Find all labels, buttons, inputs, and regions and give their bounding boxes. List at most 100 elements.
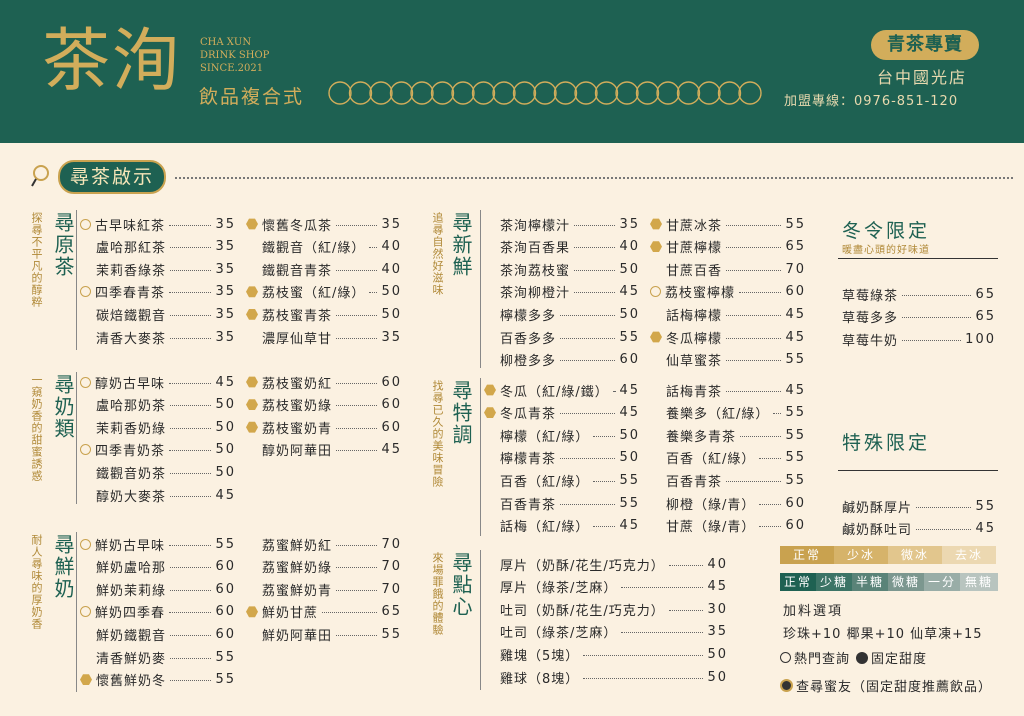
dot-leader	[336, 544, 378, 546]
menu-item: 碳焙鐵觀音 35	[80, 304, 236, 324]
menu-item: 醇奶古早味 45	[80, 372, 236, 392]
popular-search-icon	[80, 376, 91, 388]
english-line: CHA XUN	[200, 37, 252, 48]
item-name: 茶洵百香果	[500, 241, 571, 257]
menu-item: 雞塊（5塊） 50	[484, 644, 728, 664]
menu-item: 養樂多青茶 55	[650, 425, 806, 445]
dot-leader	[169, 382, 212, 384]
item-price: 55	[619, 472, 640, 488]
item-price: 30	[707, 601, 728, 617]
menu-item: 荔蜜鮮奶青 70	[246, 579, 402, 599]
menu-item: 荔枝蜜（紅/綠） 50	[246, 282, 402, 302]
dot-leader	[369, 247, 378, 249]
dot-leader	[560, 337, 616, 339]
item-name: 濃厚仙草甘	[262, 331, 333, 347]
item-price: 60	[785, 284, 806, 300]
item-price: 50	[707, 669, 728, 685]
item-name: 荔蜜鮮奶紅	[262, 538, 333, 554]
sugar-level: 半糖	[852, 573, 888, 591]
dot-leader	[902, 294, 972, 296]
legend-row: 熱門查詢 固定甜度	[780, 648, 927, 667]
addon-title: 加料選項	[783, 604, 844, 619]
item-price: 70	[381, 559, 402, 575]
header-banner: 茶洵 CHA XUN DRINK SHOP SINCE.2021 飲品複合式 青…	[0, 0, 1024, 143]
item-name: 鮮奶甘蔗	[262, 606, 319, 622]
dot-leader	[612, 390, 616, 392]
dot-leader	[170, 634, 212, 636]
search-icon	[780, 652, 791, 663]
dot-leader	[170, 589, 212, 591]
item-price: 35	[707, 624, 728, 640]
pattern-ring	[430, 81, 455, 105]
menu-item: 話梅青茶 45	[650, 380, 806, 400]
category-subtitle: 追尋自然好滋味	[431, 212, 444, 296]
pattern-ring	[451, 81, 475, 105]
sugar-level: 無糖	[960, 573, 998, 591]
menu-item: 養樂多（紅/綠） 55	[650, 403, 806, 423]
dot-leader	[726, 390, 782, 392]
item-price: 55	[785, 472, 806, 488]
pattern-ring	[574, 81, 598, 105]
item-price: 35	[215, 239, 236, 255]
item-name: 茉莉香奶綠	[96, 421, 167, 437]
dot-leader	[560, 413, 616, 415]
legend-fixed: 固定甜度	[871, 652, 928, 667]
dot-leader	[170, 427, 212, 429]
pattern-ring	[533, 81, 557, 105]
menu-item: 荔枝蜜奶紅 60	[246, 372, 402, 392]
item-price: 50	[381, 306, 402, 322]
item-price: 45	[619, 518, 640, 534]
fixed-sweetness-icon	[484, 384, 496, 396]
menu-item: 懷舊冬瓜茶 35	[246, 214, 402, 234]
item-price: 35	[381, 329, 402, 345]
fixed-sweetness-icon	[246, 308, 258, 320]
dot-leader	[336, 634, 378, 636]
category-divider	[480, 378, 481, 536]
dot-leader	[740, 435, 782, 437]
item-name: 檸檬多多	[500, 308, 557, 324]
item-name: 話梅青茶	[666, 384, 723, 400]
item-name: 荔枝蜜檸檬	[665, 286, 736, 302]
item-name: 清香大麥茶	[96, 331, 167, 347]
item-name: 鮮奶四季春	[95, 606, 166, 622]
menu-item: 懷舊鮮奶冬 55	[80, 670, 236, 690]
sugar-level: 微糖	[888, 573, 924, 591]
item-name: 懷舊鮮奶冬	[96, 674, 167, 690]
category-subtitle: 耐人尋味的厚奶香	[30, 534, 43, 630]
menu-item: 冬瓜檸檬 45	[650, 327, 806, 347]
item-name: 醇奶古早味	[95, 376, 166, 392]
menu-item: 四季春青茶 35	[80, 282, 236, 302]
menu-item: 盧哈那奶茶 50	[80, 395, 236, 415]
franchise-phone: 加盟專線：0976-851-120	[784, 94, 959, 109]
item-name: 鹹奶酥厚片	[842, 500, 913, 516]
item-price: 35	[215, 306, 236, 322]
fixed-sweetness-icon	[80, 674, 92, 685]
menu-item: 茶洵柳橙汁 45	[484, 282, 640, 302]
sugar-level: 少糖	[816, 573, 852, 591]
dot-leader	[336, 405, 378, 407]
item-price: 60	[785, 518, 806, 534]
item-name: 鐵觀音奶茶	[96, 466, 167, 482]
item-price: 35	[381, 216, 402, 232]
pattern-ring	[410, 81, 434, 105]
item-price: 55	[785, 450, 806, 466]
dot-leader	[902, 317, 972, 319]
category-title: 尋奶類	[51, 374, 75, 440]
ice-level: 微冰	[888, 546, 942, 564]
item-name: 百香（紅/綠）	[500, 474, 590, 490]
ice-level: 少冰	[834, 546, 888, 564]
item-price: 60	[619, 352, 640, 368]
legend-recommend: 查尋蜜友（固定甜度推薦飲品）	[796, 680, 993, 695]
item-name: 茉莉香綠茶	[96, 263, 167, 279]
item-name: 醇奶大麥茶	[96, 489, 167, 505]
item-price: 65	[785, 239, 806, 255]
item-name: 茶洵檸檬汁	[500, 218, 571, 234]
pattern-ring	[656, 81, 680, 105]
section-title: 尋茶啟示	[58, 160, 166, 194]
menu-item: 檸檬（紅/綠） 50	[484, 425, 640, 445]
item-price: 50	[215, 464, 236, 480]
item-price: 55	[215, 536, 236, 552]
dot-leader	[902, 339, 962, 341]
item-name: 鮮奶茉莉綠	[96, 583, 167, 599]
dot-leader	[560, 458, 616, 460]
